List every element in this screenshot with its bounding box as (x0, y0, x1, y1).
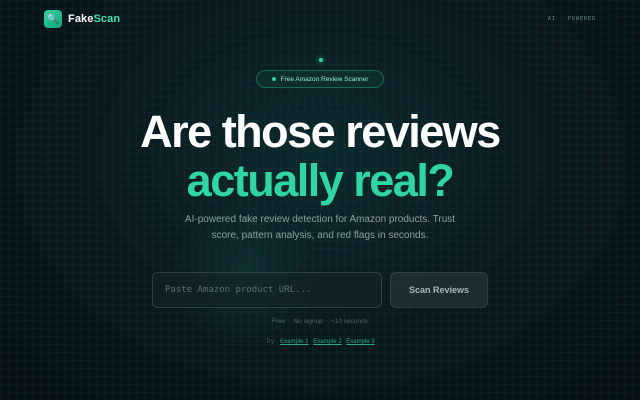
product-url-input[interactable] (152, 272, 382, 308)
search-form: Scan Reviews (152, 272, 488, 308)
search-icon: 🔍 (44, 10, 62, 28)
example-links: Try: Example 1 Example 2 Example 3 (0, 339, 640, 345)
meta-free: Free (271, 318, 286, 325)
examples-label: Try: (265, 339, 276, 345)
brand-logo[interactable]: 🔍 FakeScan (44, 10, 120, 28)
feature-badge: Free Amazon Review Scanner (256, 70, 384, 88)
tagline: AI · POWERED (547, 16, 596, 22)
meta-no-signup: No signup (293, 318, 323, 325)
badge-label: Free Amazon Review Scanner (280, 75, 369, 83)
example-link-1[interactable]: Example 1 (280, 339, 308, 345)
brand-name: FakeScan (68, 13, 121, 25)
example-link-2[interactable]: Example 2 (313, 339, 341, 345)
subtitle-line1: AI-powered fake review detection for Ama… (184, 214, 456, 225)
badge-dot-icon (271, 77, 276, 81)
subtitle-line2: score, pattern analysis, and red flags i… (211, 230, 429, 241)
scan-reviews-button[interactable]: Scan Reviews (390, 272, 488, 308)
headline-line2: actually real? (186, 155, 455, 206)
feature-meta: Free · No signup · ~10 seconds (271, 318, 369, 325)
meta-duration: ~10 seconds (330, 318, 369, 325)
example-link-3[interactable]: Example 3 (346, 339, 374, 345)
top-bar: 🔍 FakeScan AI · POWERED (44, 8, 596, 30)
headline-line1: Are those reviews (140, 106, 501, 157)
hero-subtitle: AI-powered fake review detection for Ama… (0, 212, 640, 244)
decorative-dot (319, 58, 323, 62)
hero-headline: Are those reviews actually real? (0, 108, 640, 206)
